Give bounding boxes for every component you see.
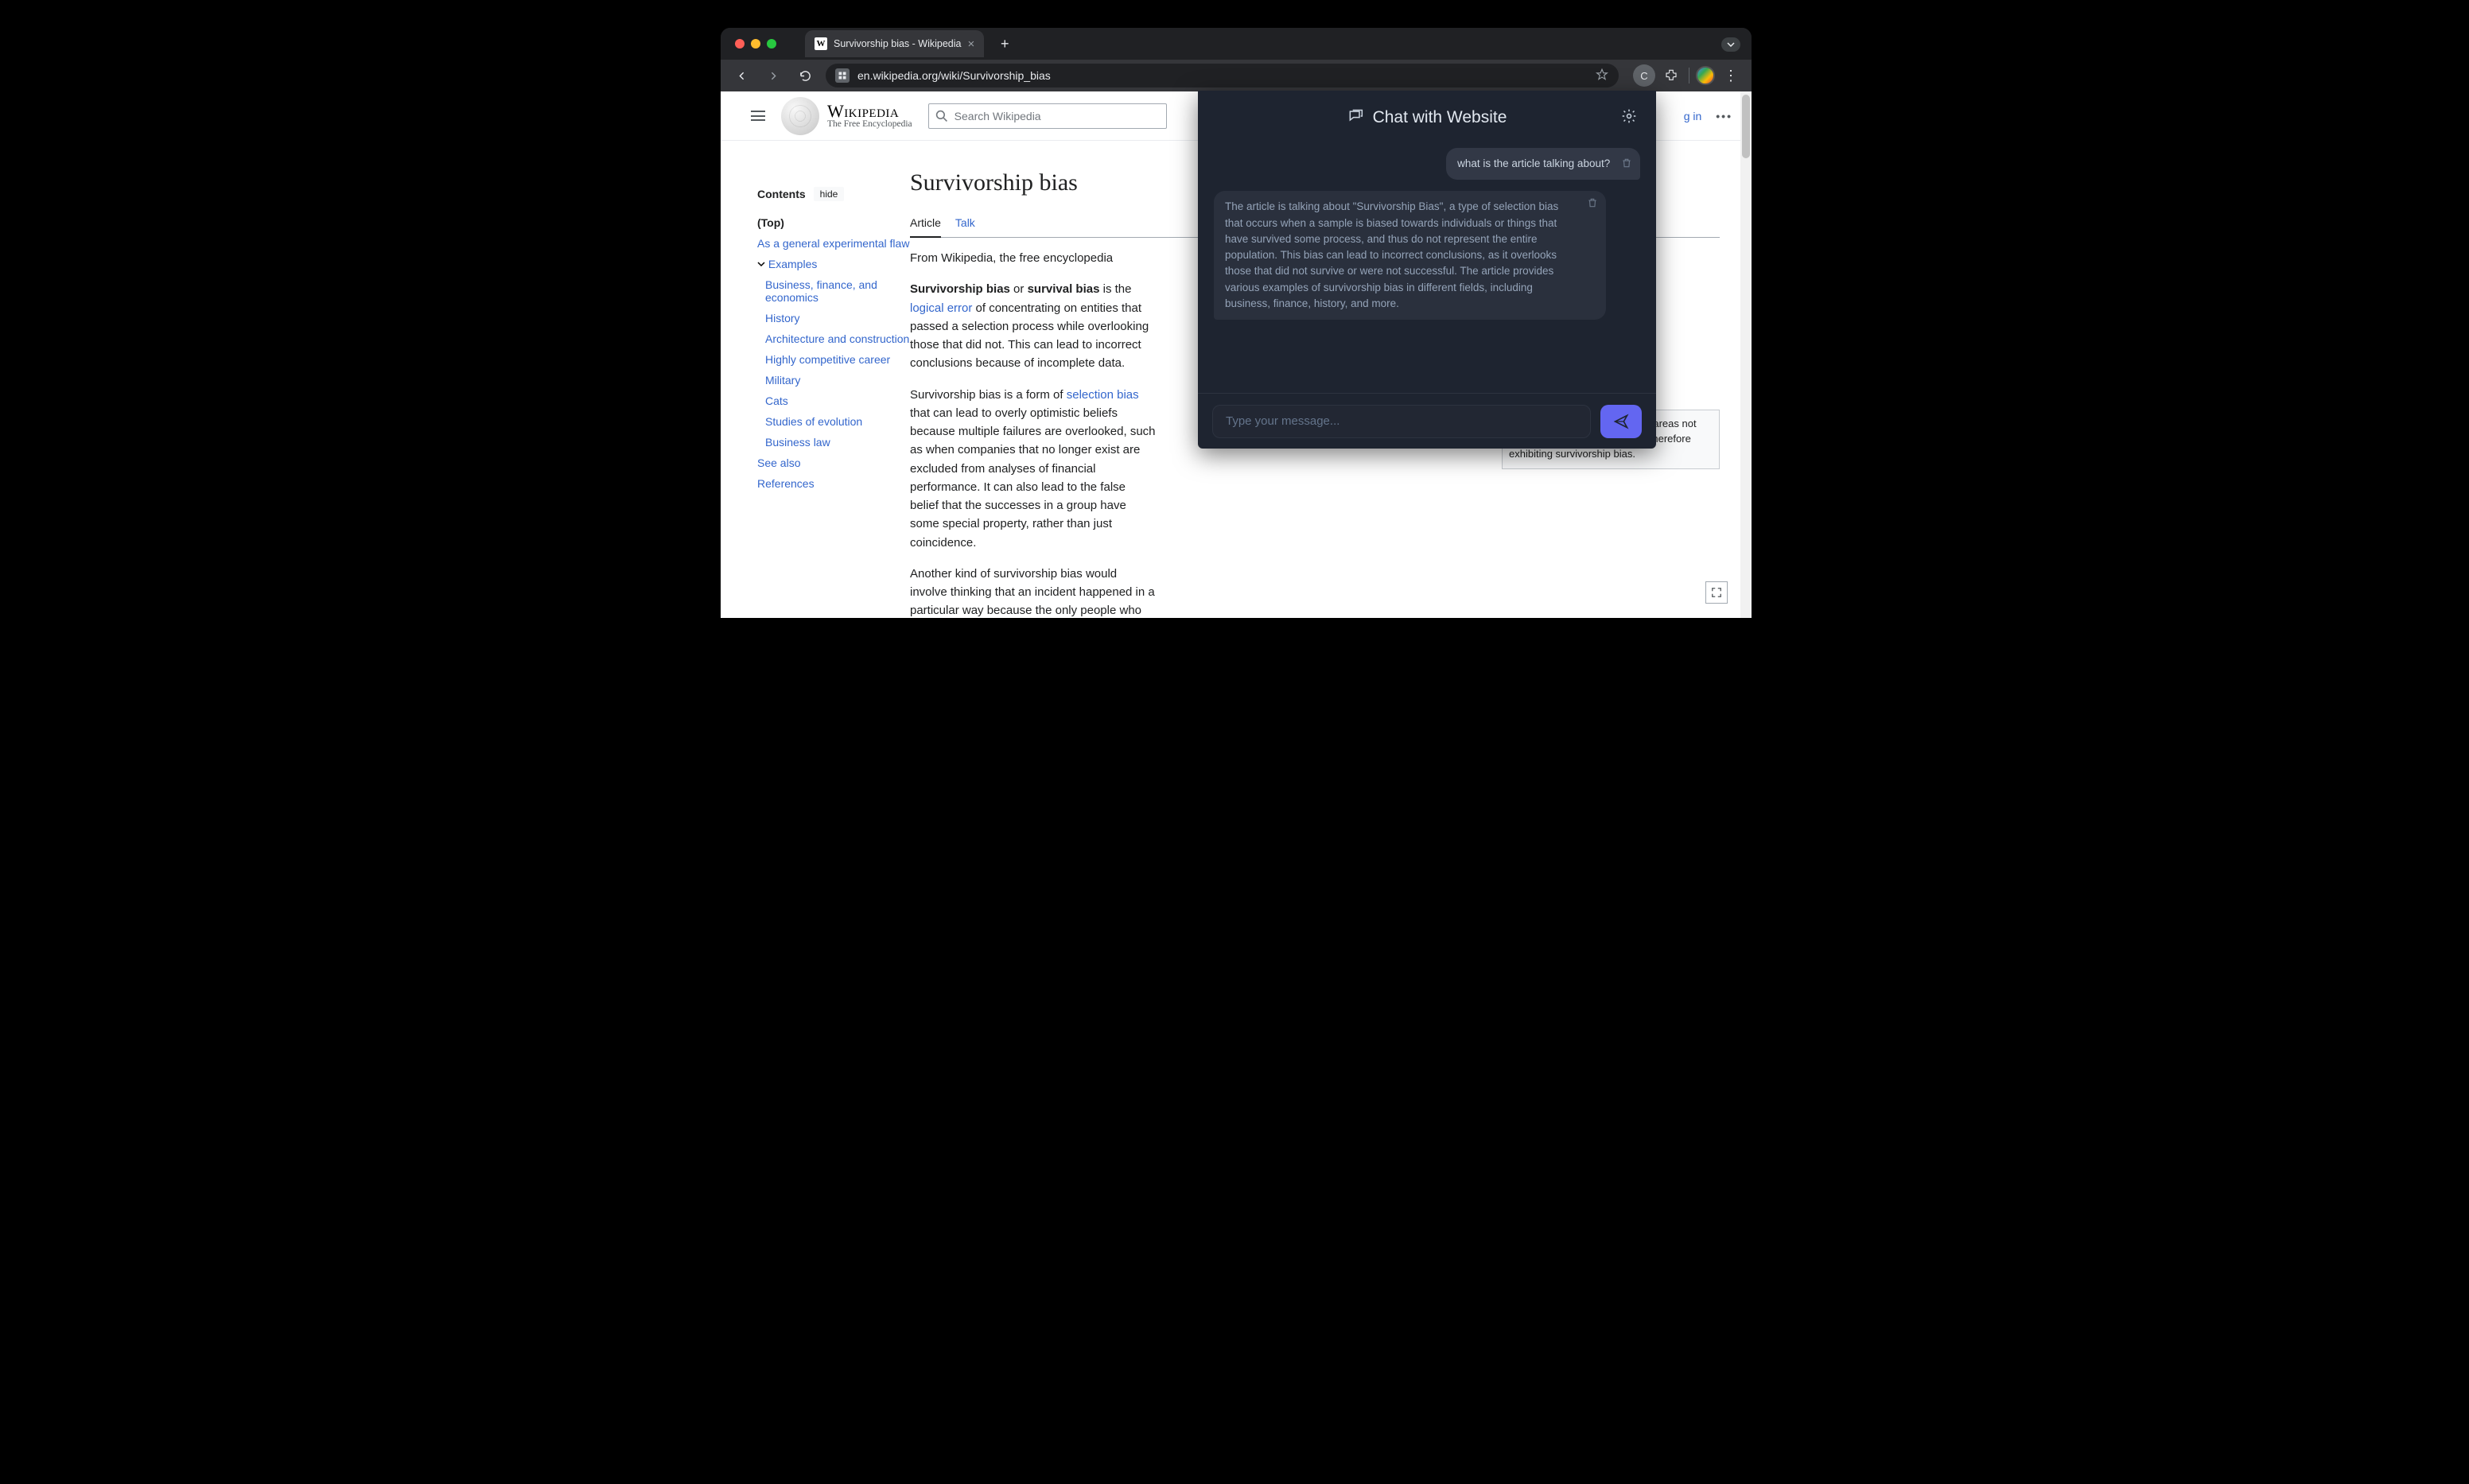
chevron-down-icon [757, 258, 765, 270]
login-link[interactable]: g in [1684, 110, 1702, 122]
extension-badge-c[interactable]: C [1633, 64, 1655, 87]
wikipedia-globe-icon [781, 97, 819, 135]
forward-button[interactable] [762, 64, 784, 87]
minimize-window-button[interactable] [751, 39, 760, 49]
reload-button[interactable] [794, 64, 816, 87]
chat-title: Chat with Website [1373, 108, 1507, 127]
toc-item[interactable]: Cats [757, 390, 910, 411]
search-input[interactable]: Search Wikipedia [928, 103, 1167, 129]
tab-title: Survivorship bias - Wikipedia [834, 38, 961, 49]
message-row-bot: The article is talking about "Survivorsh… [1214, 191, 1640, 320]
toc-item[interactable]: Business law [757, 432, 910, 453]
browser-toolbar: en.wikipedia.org/wiki/Survivorship_bias … [721, 60, 1752, 91]
tab-article[interactable]: Article [910, 212, 941, 239]
toc-item[interactable]: Highly competitive career [757, 349, 910, 370]
browser-tab[interactable]: W Survivorship bias - Wikipedia × [805, 30, 984, 57]
intro-para-1: Survivorship bias or survival bias is th… [910, 280, 1157, 372]
term-2: survival bias [1028, 282, 1100, 296]
toc-item[interactable]: History [757, 308, 910, 328]
toc-item[interactable]: Studies of evolution [757, 411, 910, 432]
wikipedia-favicon: W [815, 37, 827, 50]
site-info-icon[interactable] [835, 68, 850, 83]
close-tab-icon[interactable]: × [967, 37, 974, 51]
hamburger-menu-icon[interactable] [751, 111, 765, 121]
chat-header: Chat with Website [1198, 91, 1656, 145]
delete-message-icon[interactable] [1587, 197, 1598, 213]
message-row-user: what is the article talking about? [1214, 148, 1640, 180]
wikipedia-logo[interactable]: Wikipedia The Free Encyclopedia [781, 97, 912, 135]
chat-input[interactable]: Type your message... [1212, 405, 1591, 438]
delete-message-icon[interactable] [1621, 157, 1632, 173]
chat-messages: what is the article talking about? The a… [1198, 145, 1656, 393]
extensions-area: C ⋮ [1633, 64, 1742, 87]
intro-para-2: Survivorship bias is a form of selection… [910, 386, 1157, 552]
chat-input-row: Type your message... [1198, 393, 1656, 449]
extensions-icon[interactable] [1660, 64, 1682, 87]
wordmark-top: Wikipedia [827, 103, 912, 120]
fullscreen-button[interactable] [1705, 581, 1728, 604]
bot-message-bubble: The article is talking about "Survivorsh… [1214, 191, 1606, 320]
wikipedia-wordmark: Wikipedia The Free Encyclopedia [827, 103, 912, 130]
toc-item[interactable]: See also [757, 453, 910, 473]
toc-item[interactable]: Business, finance, and economics [757, 274, 910, 308]
chat-icon [1347, 108, 1363, 128]
titlebar: W Survivorship bias - Wikipedia × + [721, 28, 1752, 60]
toc-list: (Top)As a general experimental flaw Exam… [757, 212, 910, 494]
tab-talk[interactable]: Talk [955, 212, 975, 238]
toc-header: Contents hide [757, 187, 910, 201]
user-message-bubble: what is the article talking about? [1446, 148, 1640, 180]
user-message-text: what is the article talking about? [1457, 157, 1610, 169]
toc-label: Contents [757, 188, 806, 200]
toc-item[interactable]: References [757, 473, 910, 494]
new-tab-button[interactable]: + [993, 33, 1016, 55]
wordmark-bottom: The Free Encyclopedia [827, 120, 912, 130]
chat-panel: Chat with Website what is the article ta… [1198, 91, 1656, 449]
back-button[interactable] [730, 64, 752, 87]
toc-item[interactable]: Examples [757, 254, 910, 274]
tabs-row: W Survivorship bias - Wikipedia × + [805, 30, 1016, 57]
search-icon [935, 110, 948, 122]
tabs-dropdown-button[interactable] [1721, 37, 1740, 52]
bookmark-star-icon[interactable] [1595, 68, 1609, 84]
toc-item[interactable]: Architecture and construction [757, 328, 910, 349]
maximize-window-button[interactable] [767, 39, 776, 49]
profile-avatar[interactable] [1696, 66, 1715, 85]
close-window-button[interactable] [735, 39, 745, 49]
chat-input-placeholder: Type your message... [1226, 414, 1339, 428]
address-bar[interactable]: en.wikipedia.org/wiki/Survivorship_bias [826, 64, 1619, 87]
settings-icon[interactable] [1621, 108, 1637, 128]
url-text: en.wikipedia.org/wiki/Survivorship_bias [857, 69, 1051, 82]
link-logical-error[interactable]: logical error [910, 301, 972, 315]
header-right-links: g in ••• [1684, 110, 1732, 122]
send-button[interactable] [1600, 405, 1642, 438]
search-placeholder: Search Wikipedia [955, 110, 1041, 122]
browser-menu-icon[interactable]: ⋮ [1720, 68, 1742, 84]
intro-para-3: Another kind of survivorship bias would … [910, 565, 1157, 618]
term-1: Survivorship bias [910, 282, 1010, 296]
bot-message-text: The article is talking about "Survivorsh… [1225, 200, 1558, 309]
toc-item[interactable]: As a general experimental flaw [757, 233, 910, 254]
toc-item[interactable]: Military [757, 370, 910, 390]
window-controls [721, 39, 776, 49]
more-menu-icon[interactable]: ••• [1716, 110, 1732, 122]
toc-item[interactable]: (Top) [757, 212, 910, 233]
link-selection-bias[interactable]: selection bias [1067, 388, 1139, 402]
toc-hide-button[interactable]: hide [814, 187, 845, 201]
toc-sidebar: Contents hide (Top)As a general experime… [721, 141, 910, 618]
